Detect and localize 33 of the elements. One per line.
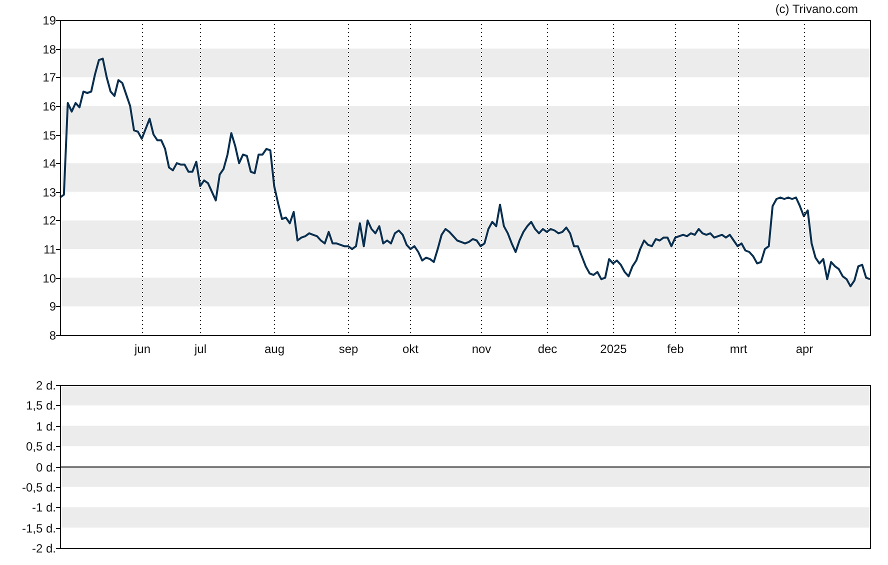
axis-label: -1,5 d. (22, 522, 56, 536)
axis-label: 18 (42, 42, 56, 56)
axis-label: -0,5 d. (22, 480, 56, 494)
axis-label: 19 (42, 14, 56, 28)
axis-label: 2 d. (36, 378, 56, 392)
copyright-text: (c) Trivano.com (775, 2, 858, 16)
axis-label: 16 (42, 100, 56, 114)
axis-label: jul (194, 342, 206, 356)
axis-label: 13 (42, 186, 56, 200)
axis-label: -2 d. (32, 542, 56, 556)
axis-label: jun (134, 342, 150, 356)
axis-label: dec (538, 342, 558, 356)
axis-label: -1 d. (32, 500, 56, 514)
axis-label: feb (667, 342, 684, 356)
axis-label: 0 d. (36, 460, 56, 474)
axis-label: nov (472, 342, 492, 356)
axis-label: 2025 (600, 342, 627, 356)
axis-label: 11 (44, 242, 56, 256)
axis-label: okt (402, 342, 418, 356)
axis-label: aug (264, 342, 285, 356)
axis-label: 17 (42, 70, 56, 84)
axis-label: 1 d. (36, 420, 56, 434)
axis-label: sep (338, 342, 358, 356)
axis-label: 8 (49, 328, 56, 342)
axis-label: 0,5 d. (26, 440, 56, 454)
axis-label: 9 (49, 300, 56, 314)
axis-label: apr (796, 342, 814, 356)
axis-label: 14 (42, 156, 56, 170)
axis-label: 1,5 d. (26, 398, 56, 412)
axis-label: 12 (42, 214, 56, 228)
axis-label: 10 (42, 272, 56, 286)
axis-label: 15 (42, 128, 56, 142)
axis-label: mrt (730, 342, 748, 356)
